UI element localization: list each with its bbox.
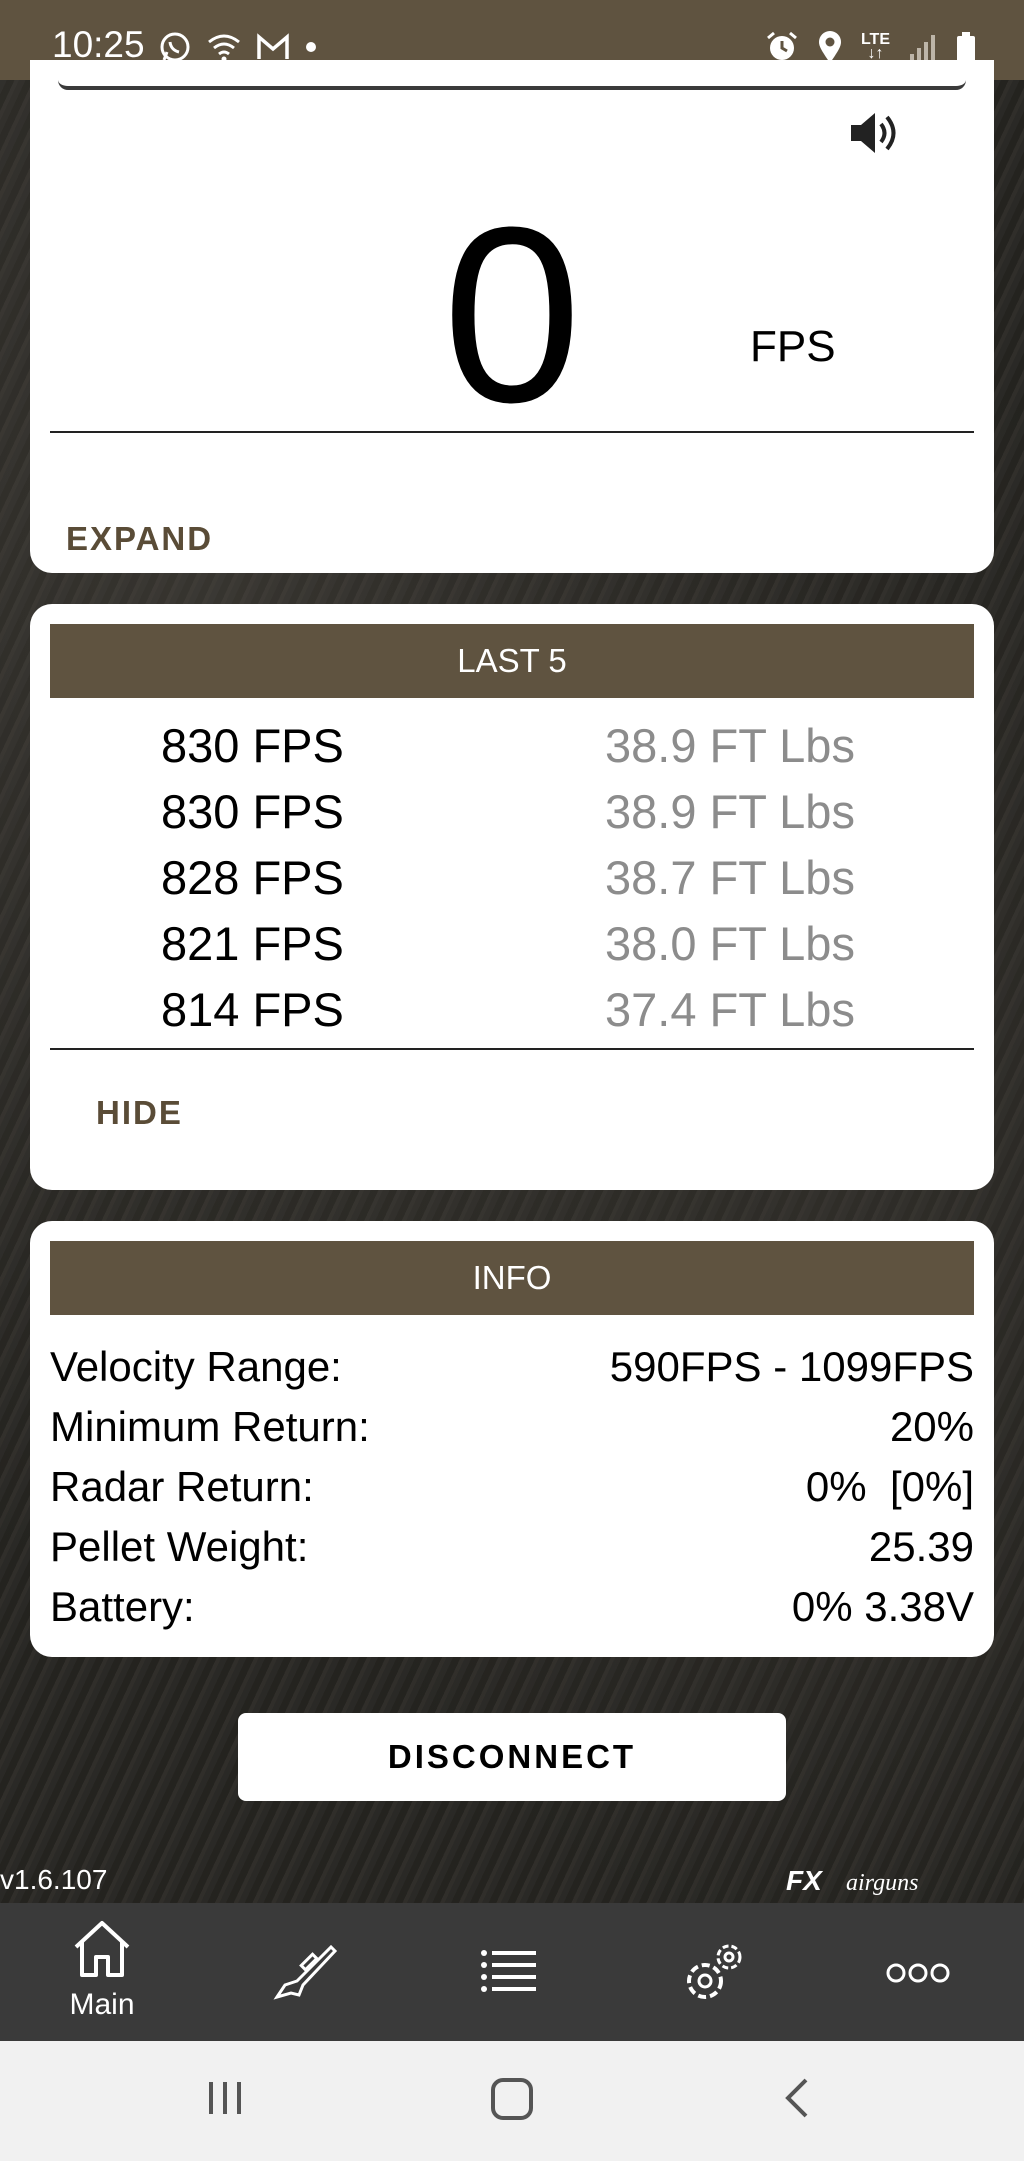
divider <box>50 431 974 433</box>
lte-icon: LTE ↓↑ <box>860 31 890 62</box>
home-system-button[interactable] <box>489 2076 535 2127</box>
nav-more[interactable] <box>816 1903 1020 2041</box>
brand-main: FX <box>786 1866 824 1896</box>
more-icon <box>886 1963 950 1983</box>
info-label: Velocity Range: <box>50 1343 342 1390</box>
info-value: 590FPS - 1099FPS <box>609 1343 974 1390</box>
nav-rifle[interactable] <box>204 1903 408 2041</box>
last5-header: LAST 5 <box>50 624 974 698</box>
shot-energy: 38.7 FT Lbs <box>605 851 855 904</box>
list-item: 830 FPS 38.9 FT Lbs <box>30 714 994 780</box>
disconnect-button[interactable]: DISCONNECT <box>238 1713 786 1801</box>
shot-fps: 821 FPS <box>161 917 344 970</box>
last5-card: LAST 5 830 FPS 38.9 FT Lbs 830 FPS 38.9 … <box>30 604 994 1190</box>
bottom-nav: Main <box>0 1903 1024 2041</box>
shot-energy: 38.9 FT Lbs <box>605 785 855 838</box>
current-shot-card: 0 FPS EXPAND <box>30 60 994 573</box>
info-row: Velocity Range: 590FPS - 1099FPS <box>50 1341 974 1401</box>
info-row: Battery: 0% 3.38V <box>50 1581 974 1641</box>
notification-dot-icon <box>304 40 318 54</box>
info-value: 0% [0%] <box>805 1463 974 1510</box>
back-icon <box>785 2078 808 2118</box>
nav-settings[interactable] <box>612 1903 816 2041</box>
current-fps-unit: FPS <box>750 322 836 371</box>
rifle-icon <box>273 1944 338 2000</box>
nav-main[interactable]: Main <box>0 1903 204 2041</box>
info-value: 0% 3.38V <box>791 1583 974 1630</box>
last5-list: 830 FPS 38.9 FT Lbs 830 FPS 38.9 FT Lbs … <box>30 714 994 1044</box>
current-fps-value: 0 <box>442 175 582 454</box>
shot-energy: 38.0 FT Lbs <box>605 917 855 970</box>
back-button[interactable] <box>780 2076 816 2125</box>
info-card: INFO Velocity Range: 590FPS - 1099FPS Mi… <box>30 1221 994 1657</box>
battery-icon <box>956 31 976 63</box>
expand-button[interactable]: EXPAND <box>66 520 213 558</box>
alarm-icon <box>765 30 799 64</box>
shot-energy: 38.9 FT Lbs <box>605 719 855 772</box>
nav-main-label: Main <box>69 1988 135 2021</box>
info-row: Pellet Weight: 25.39 <box>50 1521 974 1581</box>
info-value: 20% <box>889 1403 974 1450</box>
info-label: Radar Return: <box>50 1463 314 1510</box>
recents-icon <box>209 2082 241 2114</box>
nav-list[interactable] <box>408 1903 612 2041</box>
card-top-edge <box>58 60 966 90</box>
brand-sub: airguns <box>846 1870 918 1896</box>
home-system-icon <box>491 2078 533 2120</box>
app-version: v1.6.107 <box>0 1864 108 1895</box>
gmail-icon <box>256 33 290 61</box>
shot-fps: 830 FPS <box>161 719 344 772</box>
info-header: INFO <box>50 1241 974 1315</box>
fx-airguns-logo: FX airguns <box>784 1865 1004 1901</box>
recents-button[interactable] <box>203 2076 247 2125</box>
system-nav-bar <box>0 2041 1024 2161</box>
shot-fps: 828 FPS <box>161 851 344 904</box>
home-icon <box>74 1921 130 1977</box>
info-list: Velocity Range: 590FPS - 1099FPS Minimum… <box>50 1341 974 1641</box>
list-icon <box>481 1950 536 1992</box>
list-item: 821 FPS 38.0 FT Lbs <box>30 912 994 978</box>
info-value: 25.39 <box>868 1523 974 1570</box>
signal-icon <box>908 32 938 62</box>
settings-icon <box>687 1944 742 1999</box>
list-item: 830 FPS 38.9 FT Lbs <box>30 780 994 846</box>
info-label: Battery: <box>50 1583 195 1630</box>
divider <box>50 1048 974 1050</box>
hide-button[interactable]: HIDE <box>96 1094 183 1132</box>
speaker-icon[interactable] <box>848 108 902 163</box>
info-label: Pellet Weight: <box>50 1523 309 1570</box>
shot-fps: 830 FPS <box>161 785 344 838</box>
list-item: 814 FPS 37.4 FT Lbs <box>30 978 994 1044</box>
shot-fps: 814 FPS <box>161 983 344 1036</box>
whatsapp-icon <box>158 30 192 64</box>
info-label: Minimum Return: <box>50 1403 370 1450</box>
shot-energy: 37.4 FT Lbs <box>605 983 855 1036</box>
list-item: 828 FPS 38.7 FT Lbs <box>30 846 994 912</box>
info-row: Radar Return: 0% [0%] <box>50 1461 974 1521</box>
info-row: Minimum Return: 20% <box>50 1401 974 1461</box>
wifi-calling-icon <box>206 32 242 62</box>
location-icon <box>817 30 843 64</box>
